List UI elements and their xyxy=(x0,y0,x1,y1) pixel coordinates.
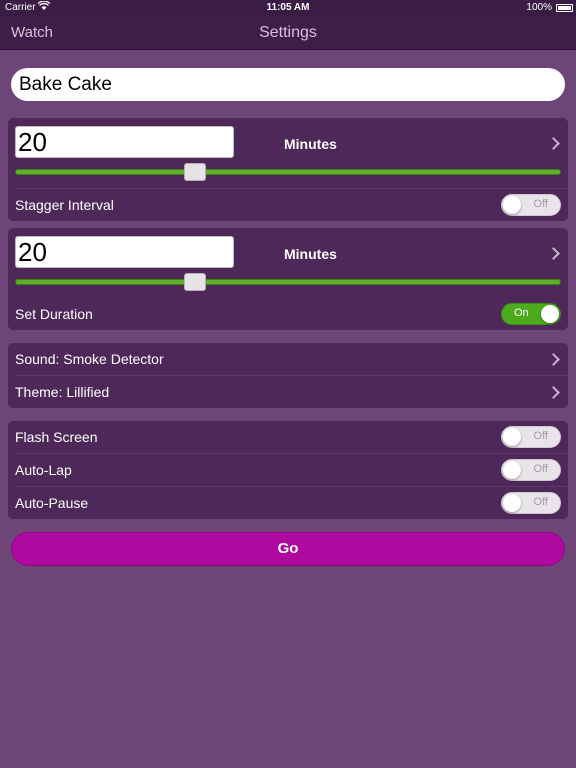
toggle-state-label: Off xyxy=(533,496,548,508)
chevron-right-icon[interactable] xyxy=(547,247,560,260)
auto-lap-toggle[interactable]: Off xyxy=(501,459,561,481)
toggle-knob xyxy=(541,305,559,323)
duration-group: 20 Minutes Set Duration On xyxy=(8,228,568,330)
timer-name-input[interactable]: Bake Cake xyxy=(11,68,565,101)
duration-minutes-input[interactable]: 20 xyxy=(15,236,234,268)
stagger-interval-row: Stagger Interval Off xyxy=(8,189,568,221)
clock: 11:05 AM xyxy=(266,2,310,13)
duration-slider[interactable] xyxy=(15,279,561,285)
duration-slider-thumb[interactable] xyxy=(184,273,207,291)
flash-screen-toggle[interactable]: Off xyxy=(501,426,561,448)
stagger-slider-thumb[interactable] xyxy=(184,163,207,181)
flash-screen-row: Flash Screen Off xyxy=(8,421,568,453)
toggle-state-label: Off xyxy=(533,463,548,475)
set-duration-row: Set Duration On xyxy=(8,298,568,330)
toggle-knob xyxy=(503,461,521,479)
toggle-state-label: Off xyxy=(533,198,548,210)
status-bar: Carrier 11:05 AM 100% xyxy=(0,0,576,16)
stagger-interval-label: Stagger Interval xyxy=(15,197,114,213)
chevron-right-icon xyxy=(547,353,560,366)
theme-row[interactable]: Theme: Lillified xyxy=(8,376,568,408)
auto-pause-toggle[interactable]: Off xyxy=(501,492,561,514)
nav-bar: Watch Settings xyxy=(0,16,576,50)
options-group: Sound: Smoke Detector Theme: Lillified xyxy=(8,343,568,408)
toggle-knob xyxy=(503,428,521,446)
sound-label: Sound: Smoke Detector xyxy=(15,351,164,367)
go-button[interactable]: Go xyxy=(11,532,565,566)
auto-pause-label: Auto-Pause xyxy=(15,495,89,511)
auto-pause-row: Auto-Pause Off xyxy=(8,487,568,519)
page-title: Settings xyxy=(259,24,317,41)
stagger-unit-label: Minutes xyxy=(284,136,337,152)
chevron-right-icon[interactable] xyxy=(547,137,560,150)
stagger-group: 20 Minutes Stagger Interval Off xyxy=(8,118,568,221)
stagger-interval-toggle[interactable]: Off xyxy=(501,194,561,216)
stagger-minutes-input[interactable]: 20 xyxy=(15,126,234,158)
auto-lap-label: Auto-Lap xyxy=(15,462,72,478)
toggle-state-label: Off xyxy=(533,430,548,442)
flash-screen-label: Flash Screen xyxy=(15,429,98,445)
set-duration-label: Set Duration xyxy=(15,306,93,322)
battery-percent: 100% xyxy=(526,2,552,13)
auto-lap-row: Auto-Lap Off xyxy=(8,454,568,486)
toggle-state-label: On xyxy=(514,307,529,319)
toggle-knob xyxy=(503,494,521,512)
toggles-group: Flash Screen Off Auto-Lap Off Auto-Pause… xyxy=(8,421,568,519)
sound-row[interactable]: Sound: Smoke Detector xyxy=(8,343,568,375)
stagger-slider[interactable] xyxy=(15,169,561,175)
set-duration-toggle[interactable]: On xyxy=(501,303,561,325)
toggle-knob xyxy=(503,196,521,214)
battery-icon xyxy=(556,4,573,12)
chevron-right-icon xyxy=(547,386,560,399)
theme-label: Theme: Lillified xyxy=(15,384,110,400)
duration-unit-label: Minutes xyxy=(284,246,337,262)
